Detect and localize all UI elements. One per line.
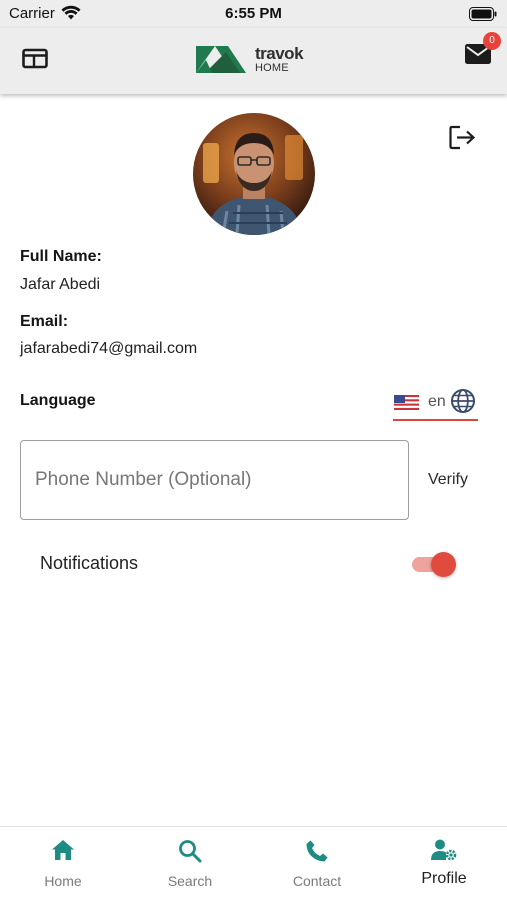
email-label: Email: [20,313,69,330]
nav-item-profile[interactable]: Profile [381,827,507,900]
language-code: en [428,393,446,410]
full-name-label: Full Name: [20,248,102,265]
nav-item-home[interactable]: Home [0,827,126,900]
logout-icon[interactable] [449,125,476,155]
globe-icon [450,388,476,419]
phone-icon [305,839,329,868]
status-bar: Carrier 6:55 PM [0,0,507,28]
user-settings-icon [431,839,457,866]
clock: 6:55 PM [225,5,282,22]
nav-item-contact[interactable]: Contact [254,827,380,900]
mail-badge: 0 [483,32,501,50]
logo-word: travok [255,44,304,63]
logo-mark-icon [196,46,252,78]
home-icon [51,839,75,866]
us-flag-icon [394,395,419,415]
language-picker[interactable]: en [393,387,478,421]
app-logo[interactable]: travok HOME [196,43,316,77]
notifications-label: Notifications [40,553,139,573]
nav-label-profile: Profile [421,870,467,887]
toggle-thumb [431,552,456,577]
mail-button[interactable]: 0 [465,32,501,74]
email-value: jafarabedi74@gmail.com [20,340,198,357]
nav-item-search[interactable]: Search [127,827,253,900]
search-icon [178,839,202,868]
nav-label-search: Search [167,873,213,889]
full-name-value: Jafar Abedi [20,276,101,293]
notifications-toggle[interactable] [410,551,458,577]
bottom-nav: Home Search Contact Profile [0,826,507,900]
language-label: Language [20,392,96,409]
nav-label-contact: Contact [292,873,342,889]
battery-icon [469,7,497,26]
avatar[interactable] [193,113,315,235]
window-icon[interactable] [22,48,48,75]
verify-button[interactable]: Verify [416,466,480,494]
notifications-row: Notifications [0,540,507,588]
logo-subtitle: HOME [255,62,289,74]
nav-label-home: Home [44,873,82,889]
phone-number-input[interactable] [20,440,409,520]
app-header: travok HOME 0 [0,28,507,94]
